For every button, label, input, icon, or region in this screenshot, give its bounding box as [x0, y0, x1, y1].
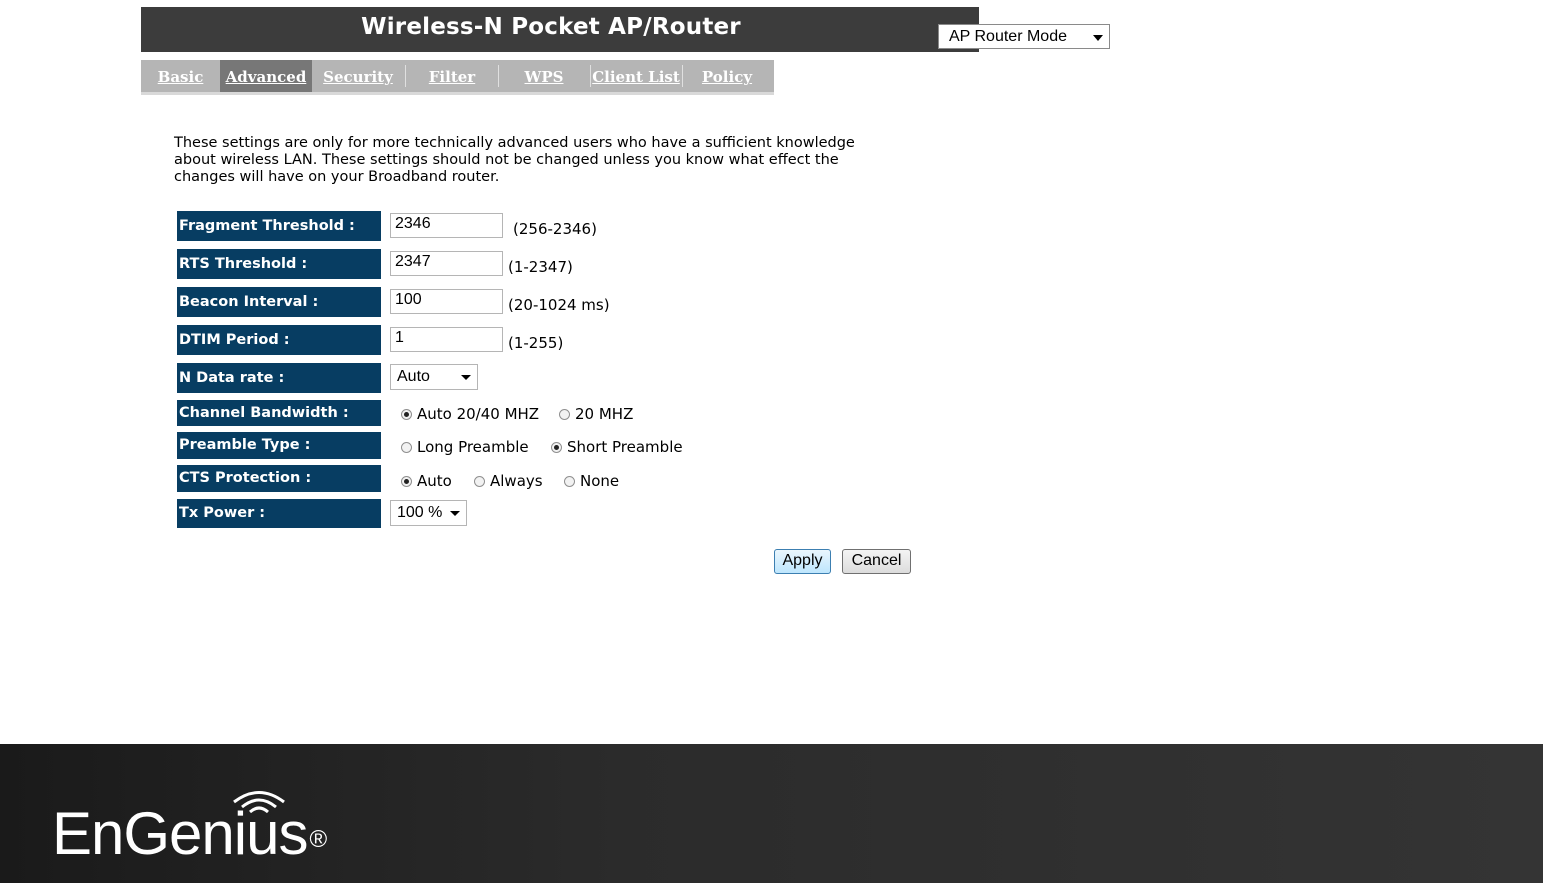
preamble-long-option[interactable]: Long Preamble — [401, 438, 529, 456]
preamble-short-option[interactable]: Short Preamble — [551, 438, 683, 456]
rts-threshold-input[interactable]: 2347 — [390, 251, 503, 276]
radio-selected-icon[interactable] — [401, 476, 412, 487]
bandwidth-auto-option[interactable]: Auto 20/40 MHZ — [401, 405, 539, 423]
intro-text: These settings are only for more technic… — [174, 135, 855, 185]
tx-power-label: Tx Power : — [177, 499, 381, 528]
n-data-rate-label: N Data rate : — [177, 363, 381, 393]
cts-protection-label: CTS Protection : — [177, 465, 381, 492]
cts-none-option[interactable]: None — [564, 472, 619, 490]
dropdown-arrow-icon — [450, 511, 460, 516]
cts-always-option[interactable]: Always — [474, 472, 543, 490]
bandwidth-20-option[interactable]: 20 MHZ — [559, 405, 633, 423]
beacon-interval-label: Beacon Interval : — [177, 287, 381, 317]
mode-select[interactable]: AP Router Mode — [938, 24, 1110, 49]
radio-unselected-icon[interactable] — [401, 442, 412, 453]
n-data-rate-value: Auto — [397, 368, 430, 385]
tab-client-list[interactable]: Client List — [591, 60, 681, 92]
dtim-period-label: DTIM Period : — [177, 325, 381, 355]
tab-policy[interactable]: Policy — [683, 60, 771, 92]
dropdown-arrow-icon — [461, 375, 471, 380]
footer-bar: EnGenius® — [0, 744, 1543, 883]
tab-filter[interactable]: Filter — [406, 60, 498, 92]
tx-power-value: 100 % — [397, 504, 443, 521]
n-data-rate-select[interactable]: Auto — [390, 364, 478, 390]
rts-threshold-label: RTS Threshold : — [177, 249, 381, 279]
preamble-type-label: Preamble Type : — [177, 432, 381, 459]
fragment-threshold-label: Fragment Threshold : — [177, 211, 381, 241]
fragment-threshold-input[interactable]: 2346 — [390, 213, 503, 238]
radio-selected-icon[interactable] — [401, 409, 412, 420]
tab-wps[interactable]: WPS — [499, 60, 589, 92]
dtim-period-input[interactable]: 1 — [390, 327, 503, 352]
tab-basic[interactable]: Basic — [141, 60, 220, 92]
fragment-threshold-hint: (256-2346) — [513, 220, 597, 238]
page-title: Wireless-N Pocket AP/Router — [361, 14, 741, 40]
engenius-logo: EnGenius® — [52, 800, 327, 867]
radio-selected-icon[interactable] — [551, 442, 562, 453]
tab-security[interactable]: Security — [312, 60, 404, 92]
apply-button[interactable]: Apply — [774, 549, 831, 574]
radio-unselected-icon[interactable] — [474, 476, 485, 487]
beacon-interval-hint: (20-1024 ms) — [508, 296, 610, 314]
dtim-period-hint: (1-255) — [508, 334, 564, 352]
title-bar: Wireless-N Pocket AP/Router AP Router Mo… — [141, 7, 1110, 52]
cts-auto-option[interactable]: Auto — [401, 472, 452, 490]
tx-power-select[interactable]: 100 % — [390, 500, 467, 526]
cancel-button[interactable]: Cancel — [842, 549, 911, 574]
dropdown-arrow-icon — [1093, 35, 1103, 41]
rts-threshold-hint: (1-2347) — [508, 258, 573, 276]
mode-select-value: AP Router Mode — [949, 28, 1067, 45]
radio-unselected-icon[interactable] — [559, 409, 570, 420]
beacon-interval-input[interactable]: 100 — [390, 289, 503, 314]
tab-bar: Basic Advanced Security Filter WPS Clien… — [141, 60, 774, 95]
tab-advanced[interactable]: Advanced — [220, 60, 312, 92]
channel-bandwidth-label: Channel Bandwidth : — [177, 400, 381, 426]
radio-unselected-icon[interactable] — [564, 476, 575, 487]
